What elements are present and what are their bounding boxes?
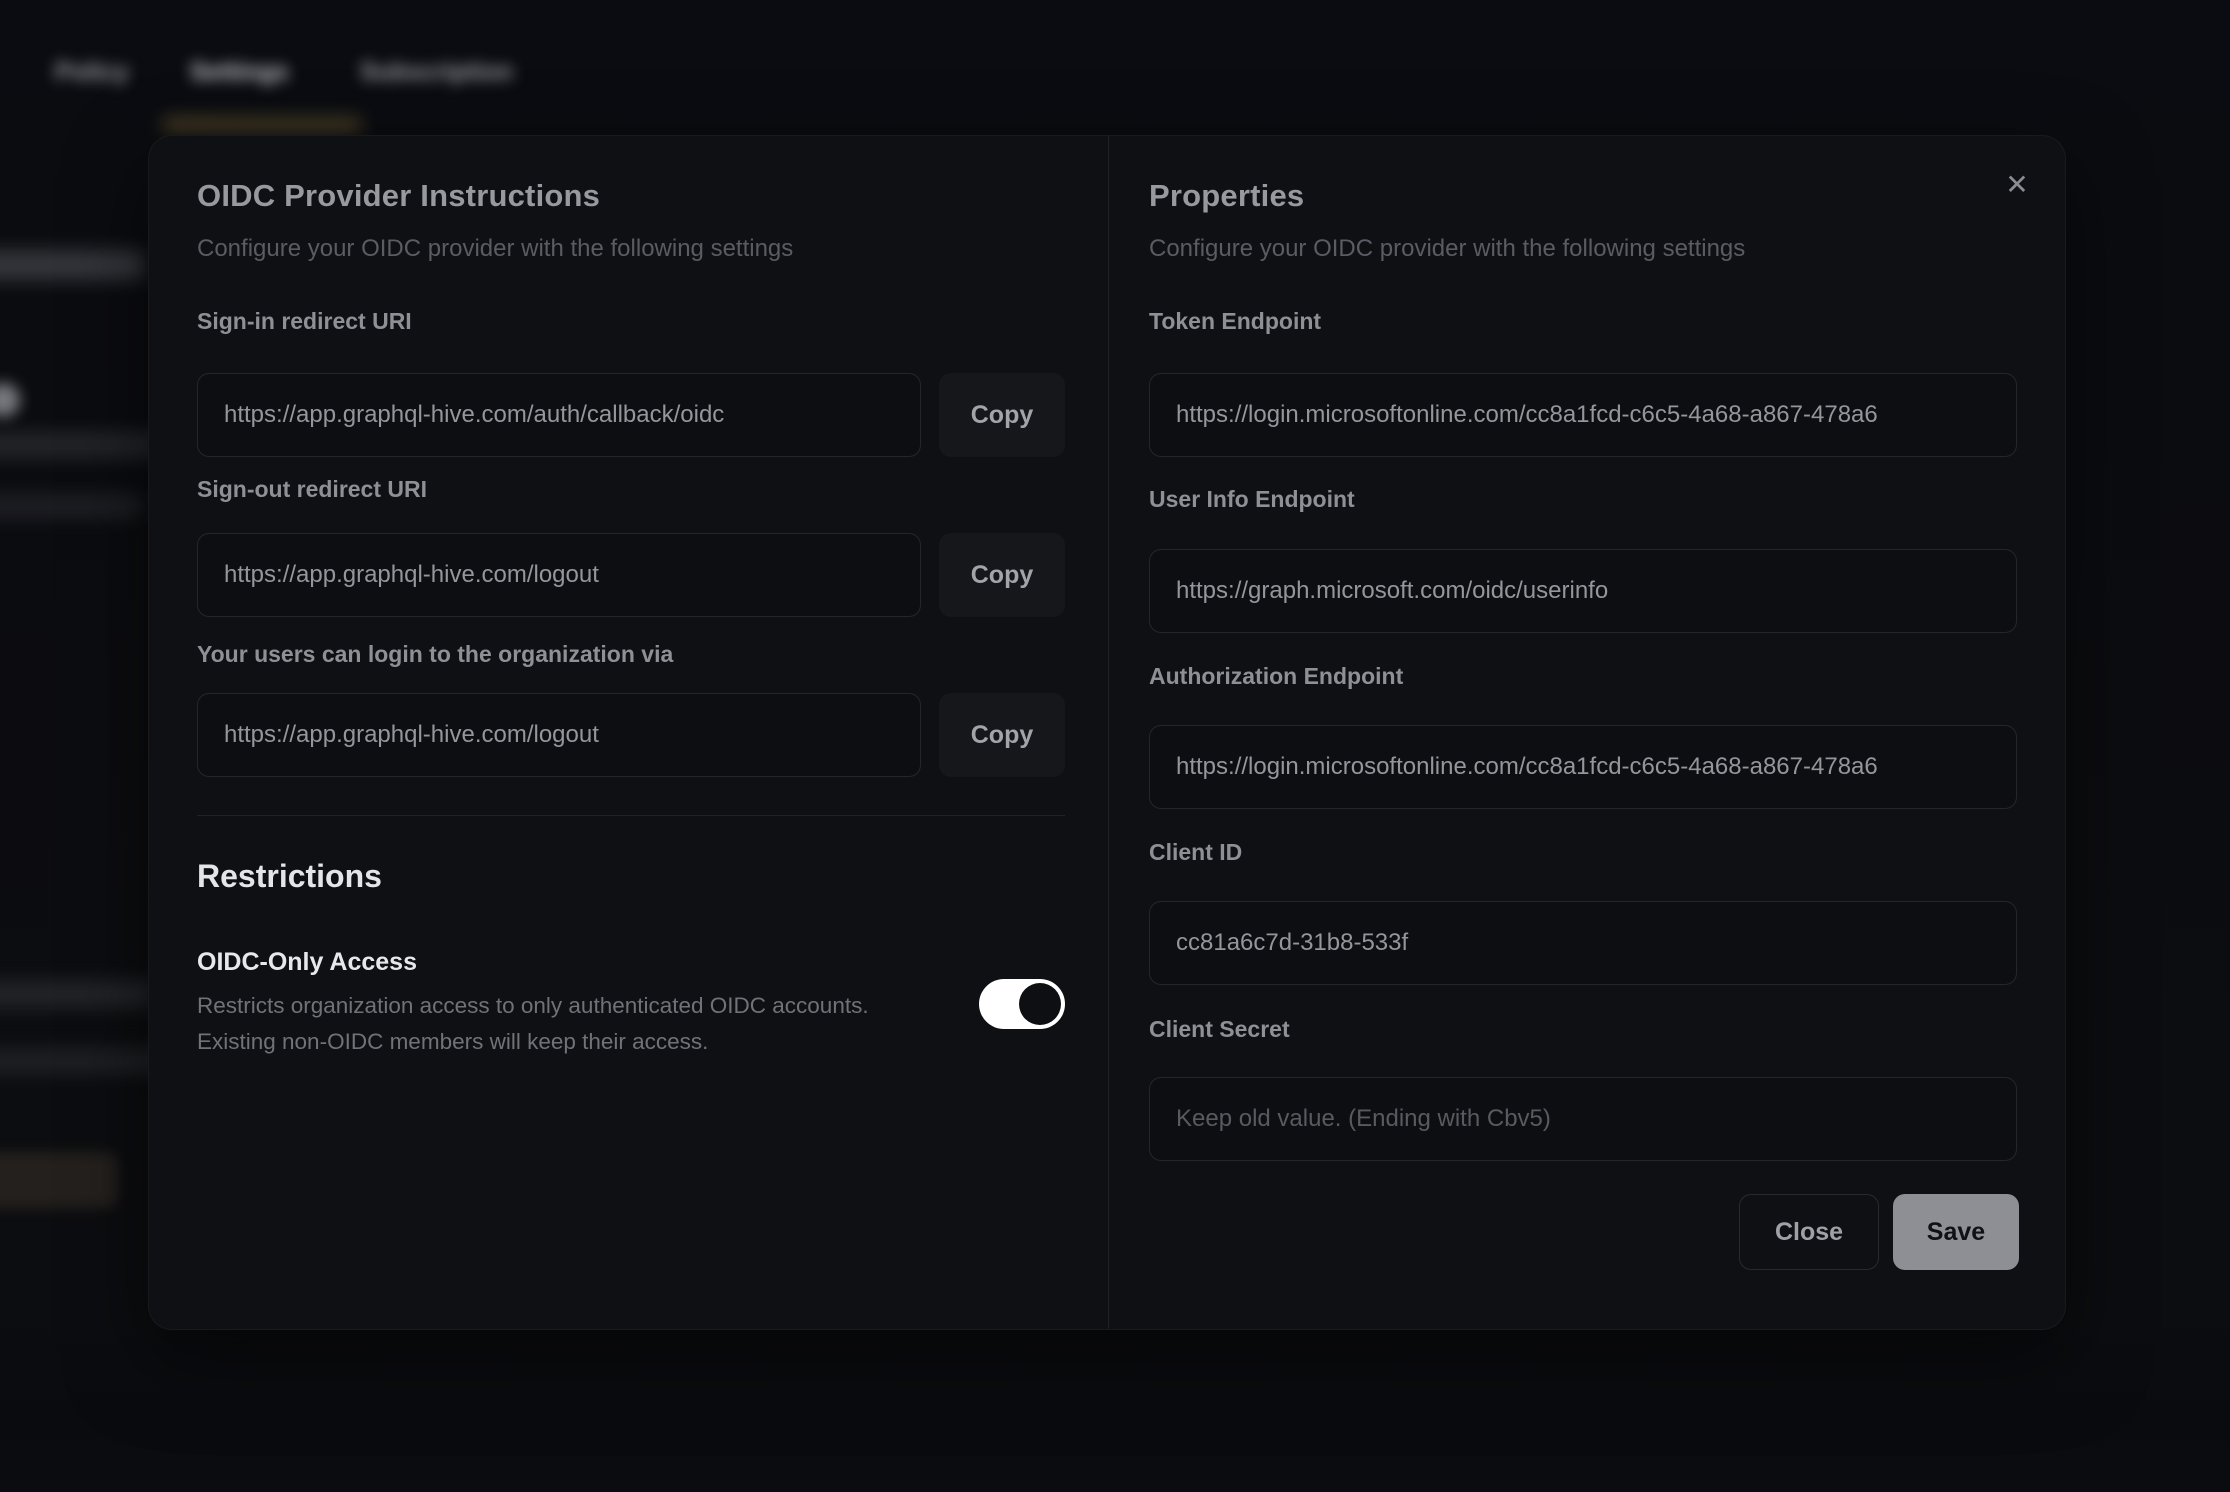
background-blur-blob [0, 494, 142, 518]
client-id-label: Client ID [1149, 839, 1242, 866]
user-info-endpoint-label: User Info Endpoint [1149, 486, 1355, 513]
oidc-only-access-description: Restricts organization access to only au… [197, 988, 937, 1060]
organization-login-input[interactable] [197, 693, 921, 777]
token-endpoint-input[interactable] [1149, 373, 2017, 457]
close-button[interactable]: Close [1739, 1194, 1879, 1270]
oidc-only-access-toggle[interactable] [979, 979, 1065, 1029]
sign-out-redirect-input[interactable] [197, 533, 921, 617]
oidc-only-access-label: OIDC-Only Access [197, 948, 417, 977]
client-secret-input[interactable] [1149, 1077, 2017, 1161]
save-button[interactable]: Save [1893, 1194, 2019, 1270]
properties-title: Properties [1149, 178, 1304, 214]
user-info-endpoint-input[interactable] [1149, 549, 2017, 633]
background-blur-dot [0, 383, 20, 417]
instructions-title: OIDC Provider Instructions [197, 178, 600, 214]
column-divider [1108, 136, 1109, 1329]
sign-in-redirect-label: Sign-in redirect URI [197, 308, 412, 335]
background-tab-settings: Settings [190, 58, 289, 87]
properties-subtitle: Configure your OIDC provider with the fo… [1149, 235, 1745, 263]
sign-in-redirect-input[interactable] [197, 373, 921, 457]
background-blur-blob [0, 980, 155, 1008]
background-blur-button [0, 1152, 118, 1208]
authorization-endpoint-label: Authorization Endpoint [1149, 663, 1403, 690]
copy-button[interactable]: Copy [939, 373, 1065, 457]
copy-button[interactable]: Copy [939, 533, 1065, 617]
token-endpoint-label: Token Endpoint [1149, 308, 1321, 335]
authorization-endpoint-input[interactable] [1149, 725, 2017, 809]
restrictions-heading: Restrictions [197, 858, 382, 895]
toggle-knob [1019, 983, 1061, 1025]
background-blur-blob [0, 432, 160, 458]
background-tab-subscription: Subscription [360, 58, 513, 87]
background-blur-blob [0, 250, 145, 280]
oidc-settings-dialog: ✕ OIDC Provider Instructions Configure y… [148, 135, 2066, 1330]
organization-login-label: Your users can login to the organization… [197, 641, 673, 668]
section-divider [197, 815, 1065, 816]
instructions-subtitle: Configure your OIDC provider with the fo… [197, 235, 793, 263]
active-tab-indicator [162, 118, 362, 131]
sign-out-redirect-label: Sign-out redirect URI [197, 476, 427, 503]
close-icon[interactable]: ✕ [1993, 160, 2041, 208]
client-secret-label: Client Secret [1149, 1016, 1290, 1043]
app-screen: Policy Settings Subscription ✕ OIDC Prov… [0, 0, 2230, 1492]
copy-button[interactable]: Copy [939, 693, 1065, 777]
background-blur-blob [0, 1048, 170, 1074]
client-id-input[interactable] [1149, 901, 2017, 985]
background-tab-policy: Policy [55, 58, 129, 87]
